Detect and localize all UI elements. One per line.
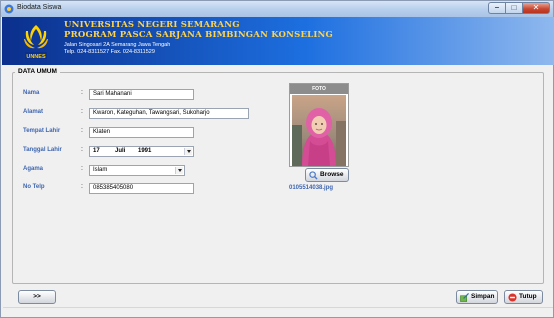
tanggal-lahir-colon: : [81,146,83,153]
nama-label: Nama [23,90,40,96]
agama-colon: : [81,165,83,172]
header-phone: Telp. 024-8311527 Fax. 024-8311529 [64,49,155,55]
agama-select[interactable]: Islam [89,165,185,176]
birth-day: 17 [93,148,100,154]
bottom-divider [3,307,553,308]
window-title: Biodata Siswa [17,4,62,11]
window-controls: – □ ✕ [488,2,550,14]
chevron-down-icon[interactable] [184,148,192,155]
photo-filename: 0105514038.jpg [289,185,334,191]
maximize-icon: □ [511,3,517,12]
next-button[interactable]: >> [18,290,56,304]
agama-label: Agama [23,166,44,172]
browse-button[interactable]: Browse [305,168,349,182]
photo-title: FOTO [290,84,348,94]
tempat-lahir-field[interactable]: Klaten [89,127,194,138]
no-telp-label: No Telp [23,184,45,190]
close-label: Tutup [519,293,537,300]
header-address: Jalan Singosari 2A Semarang Jawa Tengah [64,42,171,48]
close-icon: ✕ [532,3,540,12]
alamat-label: Alamat [23,109,44,115]
tempat-lahir-colon: : [81,127,83,134]
alamat-field[interactable]: Kwaron, Kateguhan, Tawangsari, Sukoharjo [89,108,249,119]
header-banner: UNNES UNIVERSITAS NEGERI SEMARANG PROGRA… [2,17,554,65]
app-icon [4,4,14,14]
biodata-window: Biodata Siswa – □ ✕ UNNES UNIVERSITAS NE… [0,0,554,318]
title-bar[interactable]: Biodata Siswa – □ ✕ [1,1,553,17]
chevron-down-icon[interactable] [175,167,183,174]
close-button[interactable]: Tutup [504,290,543,304]
agama-value: Islam [93,167,108,173]
no-telp-field[interactable]: 085385405080 [89,183,194,194]
maximize-button[interactable]: □ [505,2,522,14]
nama-colon: : [81,89,83,96]
header-program: PROGRAM PASCA SARJANA BIMBINGAN KONSELIN… [64,30,333,40]
data-umum-panel [12,72,544,284]
tempat-lahir-label: Tempat Lahir [23,128,61,134]
section-title: DATA UMUM [15,68,60,75]
minimize-icon: – [494,3,500,12]
save-icon [460,293,469,302]
birth-month: Juli [115,148,126,154]
browse-label: Browse [320,171,344,178]
save-button[interactable]: Simpan [456,290,498,304]
minimize-button[interactable]: – [488,2,505,14]
birth-year: 1991 [138,148,152,154]
photo-frame: FOTO [289,83,349,167]
next-label: >> [33,293,41,300]
close-window-button[interactable]: ✕ [522,2,550,14]
tanggal-lahir-picker[interactable]: 17 Juli 1991 [89,146,194,157]
nama-field[interactable]: Sari Mahanani [89,89,194,100]
alamat-colon: : [81,108,83,115]
no-telp-colon: : [81,183,83,190]
student-photo [292,95,346,166]
university-logo: UNNES [24,25,48,60]
browse-icon [309,171,318,180]
close-circle-icon [508,293,517,302]
logo-text: UNNES [26,54,46,60]
header-university: UNIVERSITAS NEGERI SEMARANG [64,20,240,30]
tanggal-lahir-label: Tanggal Lahir [23,147,62,153]
save-label: Simpan [471,293,495,300]
